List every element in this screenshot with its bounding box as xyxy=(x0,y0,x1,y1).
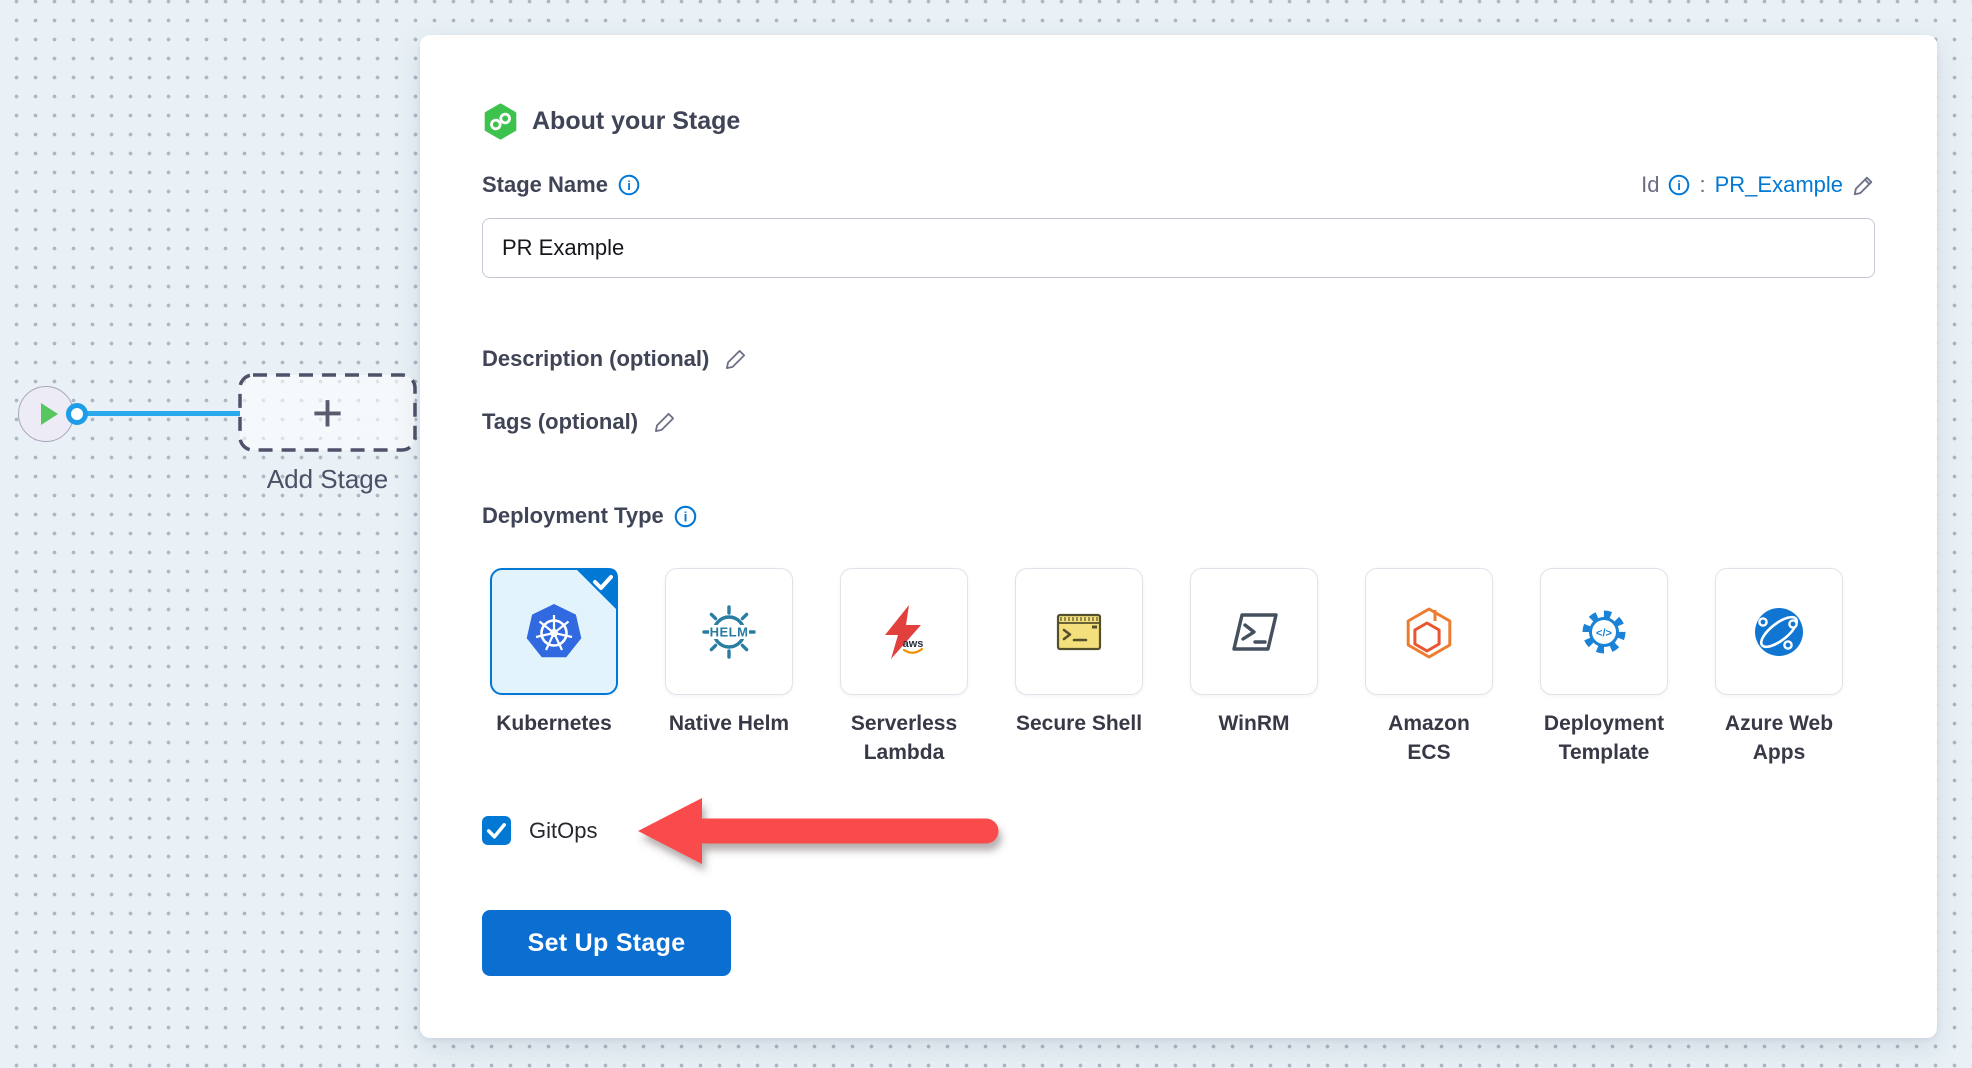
card-label: Deployment Template xyxy=(1516,709,1692,767)
deployment-option-native-helm[interactable]: HELM Native Helm xyxy=(665,568,793,767)
card-winrm[interactable] xyxy=(1190,568,1318,695)
svg-text:i: i xyxy=(627,178,631,193)
svg-text:aws: aws xyxy=(903,638,924,650)
deployment-option-secure-shell[interactable]: Secure Shell xyxy=(1015,568,1143,767)
deployment-option-azure-web-apps[interactable]: Azure Web Apps xyxy=(1715,568,1843,767)
svg-text:</>: </> xyxy=(1596,627,1612,639)
description-label: Description (optional) xyxy=(482,346,709,372)
edit-tags-icon[interactable] xyxy=(653,410,677,434)
card-label: Native Helm xyxy=(641,709,817,738)
plus-icon: + xyxy=(238,373,417,452)
card-label: Azure Web Apps xyxy=(1691,709,1867,767)
serverless-lambda-icon: aws xyxy=(872,600,936,664)
gitops-checkbox[interactable] xyxy=(482,816,511,845)
connector-line xyxy=(84,411,240,416)
card-label: Amazon ECS xyxy=(1341,709,1517,767)
card-label: Secure Shell xyxy=(991,709,1167,738)
svg-text:i: i xyxy=(1678,178,1682,193)
stage-id-value[interactable]: PR_Example xyxy=(1715,172,1843,198)
deploy-stage-icon xyxy=(482,103,519,140)
card-secure-shell[interactable] xyxy=(1015,568,1143,695)
winrm-icon xyxy=(1222,600,1286,664)
card-azure-web-apps[interactable] xyxy=(1715,568,1843,695)
azure-web-apps-icon xyxy=(1747,600,1811,664)
deployment-option-deployment-template[interactable]: </> Deployment Template xyxy=(1540,568,1668,767)
stage-name-label: Stage Name xyxy=(482,172,608,198)
annotation-arrow-icon xyxy=(634,791,1014,881)
id-separator: : xyxy=(1699,172,1705,198)
deployment-option-winrm[interactable]: WinRM xyxy=(1190,568,1318,767)
pipeline-canvas: + Add Stage About your Stage xyxy=(0,0,1972,1068)
description-row: Description (optional) xyxy=(482,346,748,372)
deployment-type-row: Deployment Type i xyxy=(482,503,697,529)
edit-description-icon[interactable] xyxy=(724,347,748,371)
stage-id-group: Id i : PR_Example xyxy=(1641,172,1875,198)
card-native-helm[interactable]: HELM xyxy=(665,568,793,695)
tags-label: Tags (optional) xyxy=(482,409,638,435)
deployment-option-amazon-ecs[interactable]: Amazon ECS xyxy=(1365,568,1493,767)
add-stage-label: Add Stage xyxy=(238,464,417,495)
gitops-label[interactable]: GitOps xyxy=(529,818,597,844)
info-icon[interactable]: i xyxy=(618,174,640,196)
secure-shell-icon xyxy=(1047,600,1111,664)
play-icon xyxy=(41,403,58,425)
panel-header: About your Stage xyxy=(482,103,740,140)
amazon-ecs-icon xyxy=(1397,600,1461,664)
deployment-type-label: Deployment Type xyxy=(482,503,664,529)
edit-id-icon[interactable] xyxy=(1852,174,1875,197)
card-label: WinRM xyxy=(1166,709,1342,738)
set-up-stage-button[interactable]: Set Up Stage xyxy=(482,910,731,976)
card-label: Kubernetes xyxy=(466,709,642,738)
connector-port xyxy=(66,403,88,425)
card-deployment-template[interactable]: </> xyxy=(1540,568,1668,695)
card-serverless-lambda[interactable]: aws xyxy=(840,568,968,695)
card-amazon-ecs[interactable] xyxy=(1365,568,1493,695)
id-label: Id xyxy=(1641,172,1659,198)
card-label: Serverless Lambda xyxy=(816,709,992,767)
svg-text:HELM: HELM xyxy=(710,624,749,639)
deployment-type-cards: Kubernetes HELM xyxy=(490,568,1843,767)
deployment-option-kubernetes[interactable]: Kubernetes xyxy=(490,568,618,767)
deployment-template-icon: </> xyxy=(1572,600,1636,664)
card-kubernetes[interactable] xyxy=(490,568,618,695)
stage-name-row: Stage Name i Id i : PR_Example xyxy=(482,172,1875,198)
panel-title: About your Stage xyxy=(532,107,740,136)
about-stage-panel: About your Stage Stage Name i Id i : xyxy=(420,35,1937,1038)
info-icon[interactable]: i xyxy=(1668,174,1690,196)
tags-row: Tags (optional) xyxy=(482,409,677,435)
deployment-option-serverless-lambda[interactable]: aws Serverless Lambda xyxy=(840,568,968,767)
gitops-row: GitOps xyxy=(482,816,597,845)
svg-text:i: i xyxy=(683,509,687,524)
selected-check-icon xyxy=(572,568,618,614)
check-icon xyxy=(482,816,511,845)
stage-name-input[interactable] xyxy=(482,218,1875,278)
add-stage-button[interactable]: + xyxy=(238,373,417,452)
info-icon[interactable]: i xyxy=(674,505,697,528)
helm-icon: HELM xyxy=(697,600,761,664)
